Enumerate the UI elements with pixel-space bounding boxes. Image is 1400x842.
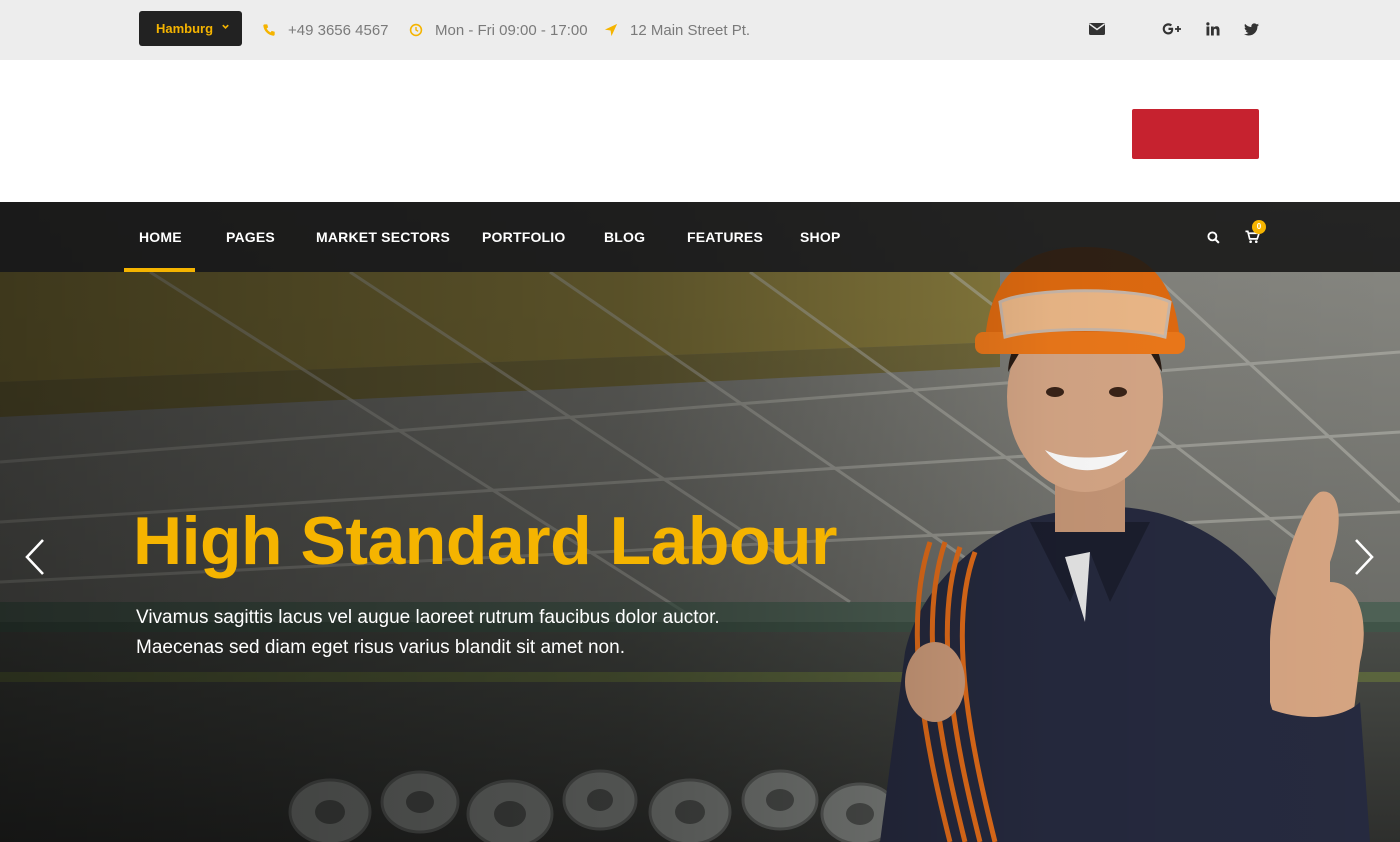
chevron-right-icon[interactable] xyxy=(1351,537,1377,577)
location-arrow-icon xyxy=(604,23,618,37)
hero-subtitle-line: Vivamus sagittis lacus vel augue laoreet… xyxy=(136,607,720,628)
envelope-icon[interactable] xyxy=(1087,19,1107,39)
nav-item-pages[interactable]: PAGES xyxy=(226,202,275,272)
twitter-icon[interactable] xyxy=(1241,19,1261,39)
city-dropdown-label: Hamburg xyxy=(156,21,214,36)
street-address: 12 Main Street Pt. xyxy=(630,21,751,39)
nav-item-blog[interactable]: BLOG xyxy=(604,202,645,272)
linkedin-icon[interactable] xyxy=(1203,19,1223,39)
hero-title: High Standard Labour xyxy=(133,503,838,579)
nav-item-shop[interactable]: SHOP xyxy=(800,202,840,272)
address-info: 12 Main Street Pt. xyxy=(604,0,750,60)
phone-icon xyxy=(263,24,275,36)
hours-info: Mon - Fri 09:00 - 17:00 xyxy=(409,0,588,60)
hero-slider: HOME PAGES MARKET SECTORS PORTFOLIO BLOG… xyxy=(0,202,1400,842)
phone-number: +49 3656 4567 xyxy=(288,21,389,39)
hero-subtitle: Vivamus sagittis lacus vel augue laoreet… xyxy=(136,603,776,663)
opening-hours: Mon - Fri 09:00 - 17:00 xyxy=(435,21,588,39)
nav-item-home[interactable]: HOME xyxy=(139,202,182,272)
nav-item-market-sectors[interactable]: MARKET SECTORS xyxy=(316,202,450,272)
chevron-left-icon[interactable] xyxy=(22,537,48,577)
site-header xyxy=(0,60,1400,202)
search-icon[interactable] xyxy=(1204,228,1222,246)
top-bar: Hamburg +49 3656 4567 Mon - Fri 09:00 - … xyxy=(0,0,1400,60)
hero-subtitle-line: Maecenas sed diam eget risus varius blan… xyxy=(136,637,625,658)
clock-icon xyxy=(409,23,423,37)
google-plus-icon[interactable] xyxy=(1162,19,1182,39)
request-quote-button[interactable] xyxy=(1132,109,1259,159)
active-nav-indicator xyxy=(124,268,195,272)
main-nav: HOME PAGES MARKET SECTORS PORTFOLIO BLOG… xyxy=(0,202,1400,272)
cart-count-badge: 0 xyxy=(1252,220,1266,234)
city-dropdown[interactable]: Hamburg xyxy=(139,11,242,46)
nav-item-portfolio[interactable]: PORTFOLIO xyxy=(482,202,565,272)
nav-item-features[interactable]: FEATURES xyxy=(687,202,763,272)
chevron-down-icon xyxy=(222,24,229,29)
phone-info: +49 3656 4567 xyxy=(262,0,389,60)
